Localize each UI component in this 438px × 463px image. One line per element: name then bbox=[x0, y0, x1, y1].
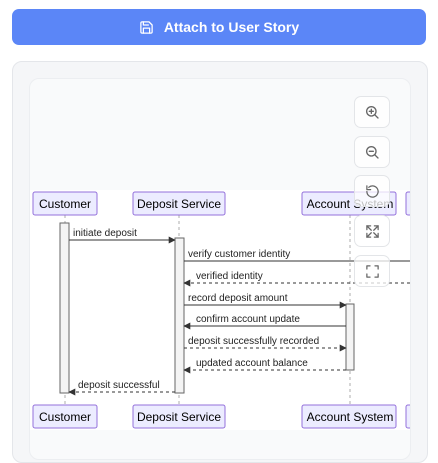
fit-icon bbox=[365, 224, 380, 239]
message-initiate-deposit: initiate deposit bbox=[69, 228, 176, 244]
message-label: record deposit amount bbox=[188, 293, 288, 304]
fit-to-view-button[interactable] bbox=[354, 215, 390, 247]
message-label: updated account balance bbox=[196, 358, 308, 369]
message-label: deposit successful bbox=[78, 380, 160, 391]
fullscreen-icon bbox=[365, 264, 380, 279]
participant-account-system-bottom[interactable]: Account System bbox=[301, 404, 397, 429]
participant-partial-bottom bbox=[405, 404, 410, 429]
participant-label: Deposit Service bbox=[137, 410, 221, 424]
zoom-out-button[interactable] bbox=[354, 136, 390, 168]
message-label: verified identity bbox=[196, 271, 263, 282]
participant-deposit-service-top[interactable]: Deposit Service bbox=[132, 191, 226, 216]
message-deposit-successfully-recorded: deposit successfully recorded bbox=[184, 336, 347, 352]
participant-label: Customer bbox=[39, 410, 91, 424]
participant-customer-top[interactable]: Customer bbox=[32, 191, 98, 216]
message-confirm-account-update: confirm account update bbox=[183, 314, 346, 330]
reset-icon bbox=[365, 184, 380, 199]
participant-partial-top bbox=[405, 191, 410, 216]
save-icon bbox=[139, 20, 154, 35]
activation-customer bbox=[59, 222, 70, 394]
participant-customer-bottom[interactable]: Customer bbox=[32, 404, 98, 429]
message-deposit-successful: deposit successful bbox=[68, 380, 175, 396]
fullscreen-button[interactable] bbox=[354, 255, 390, 287]
message-label: deposit successfully recorded bbox=[188, 336, 319, 347]
participant-label: Deposit Service bbox=[137, 197, 221, 211]
participant-label: Customer bbox=[39, 197, 91, 211]
message-label: verify customer identity bbox=[188, 249, 290, 260]
message-record-deposit-amount: record deposit amount bbox=[184, 293, 347, 309]
participant-label: Account System bbox=[307, 410, 394, 424]
reset-view-button[interactable] bbox=[354, 175, 390, 207]
sequence-diagram: Customer Deposit Service Account System … bbox=[32, 191, 410, 429]
diagram-canvas: Customer Deposit Service Account System … bbox=[30, 190, 410, 430]
activation-account-system bbox=[345, 303, 355, 371]
attach-to-user-story-button[interactable]: Attach to User Story bbox=[12, 9, 426, 45]
message-label: confirm account update bbox=[196, 314, 300, 325]
message-updated-account-balance: updated account balance bbox=[183, 358, 346, 374]
participant-deposit-service-bottom[interactable]: Deposit Service bbox=[132, 404, 226, 429]
zoom-out-icon bbox=[364, 144, 380, 160]
zoom-in-icon bbox=[364, 104, 380, 120]
zoom-in-button[interactable] bbox=[354, 96, 390, 128]
activation-deposit-service bbox=[174, 237, 185, 394]
attach-button-label: Attach to User Story bbox=[163, 19, 300, 35]
message-label: initiate deposit bbox=[73, 228, 137, 239]
